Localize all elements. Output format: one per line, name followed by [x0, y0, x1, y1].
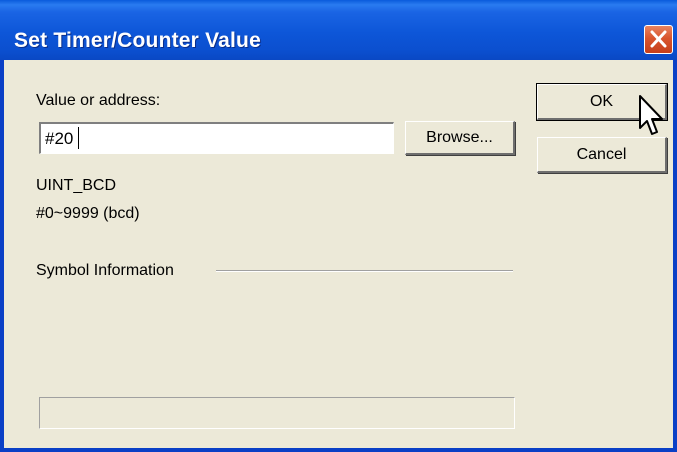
symbol-info-label: Symbol Information: [36, 262, 174, 279]
cancel-button-label: Cancel: [576, 146, 627, 163]
browse-button-label: Browse...: [426, 129, 493, 146]
group-divider: [216, 270, 513, 272]
browse-button[interactable]: Browse...: [405, 121, 515, 155]
title-bar[interactable]: Set Timer/Counter Value: [0, 0, 677, 60]
close-icon: [650, 30, 667, 48]
window-title: Set Timer/Counter Value: [14, 29, 261, 52]
data-type-label: UINT_BCD: [36, 177, 117, 194]
close-button[interactable]: [644, 25, 673, 54]
ok-button-label: OK: [589, 93, 614, 110]
value-input[interactable]: [39, 122, 394, 154]
mouse-pointer-icon: [639, 95, 663, 135]
value-label: Value or address:: [36, 92, 161, 109]
text-caret: [78, 127, 79, 149]
symbol-info-box: [39, 397, 515, 429]
range-label: #0~9999 (bcd): [36, 205, 140, 222]
cancel-button[interactable]: Cancel: [537, 137, 667, 173]
dialog-window: Set Timer/Counter Value Value or address…: [0, 0, 677, 452]
